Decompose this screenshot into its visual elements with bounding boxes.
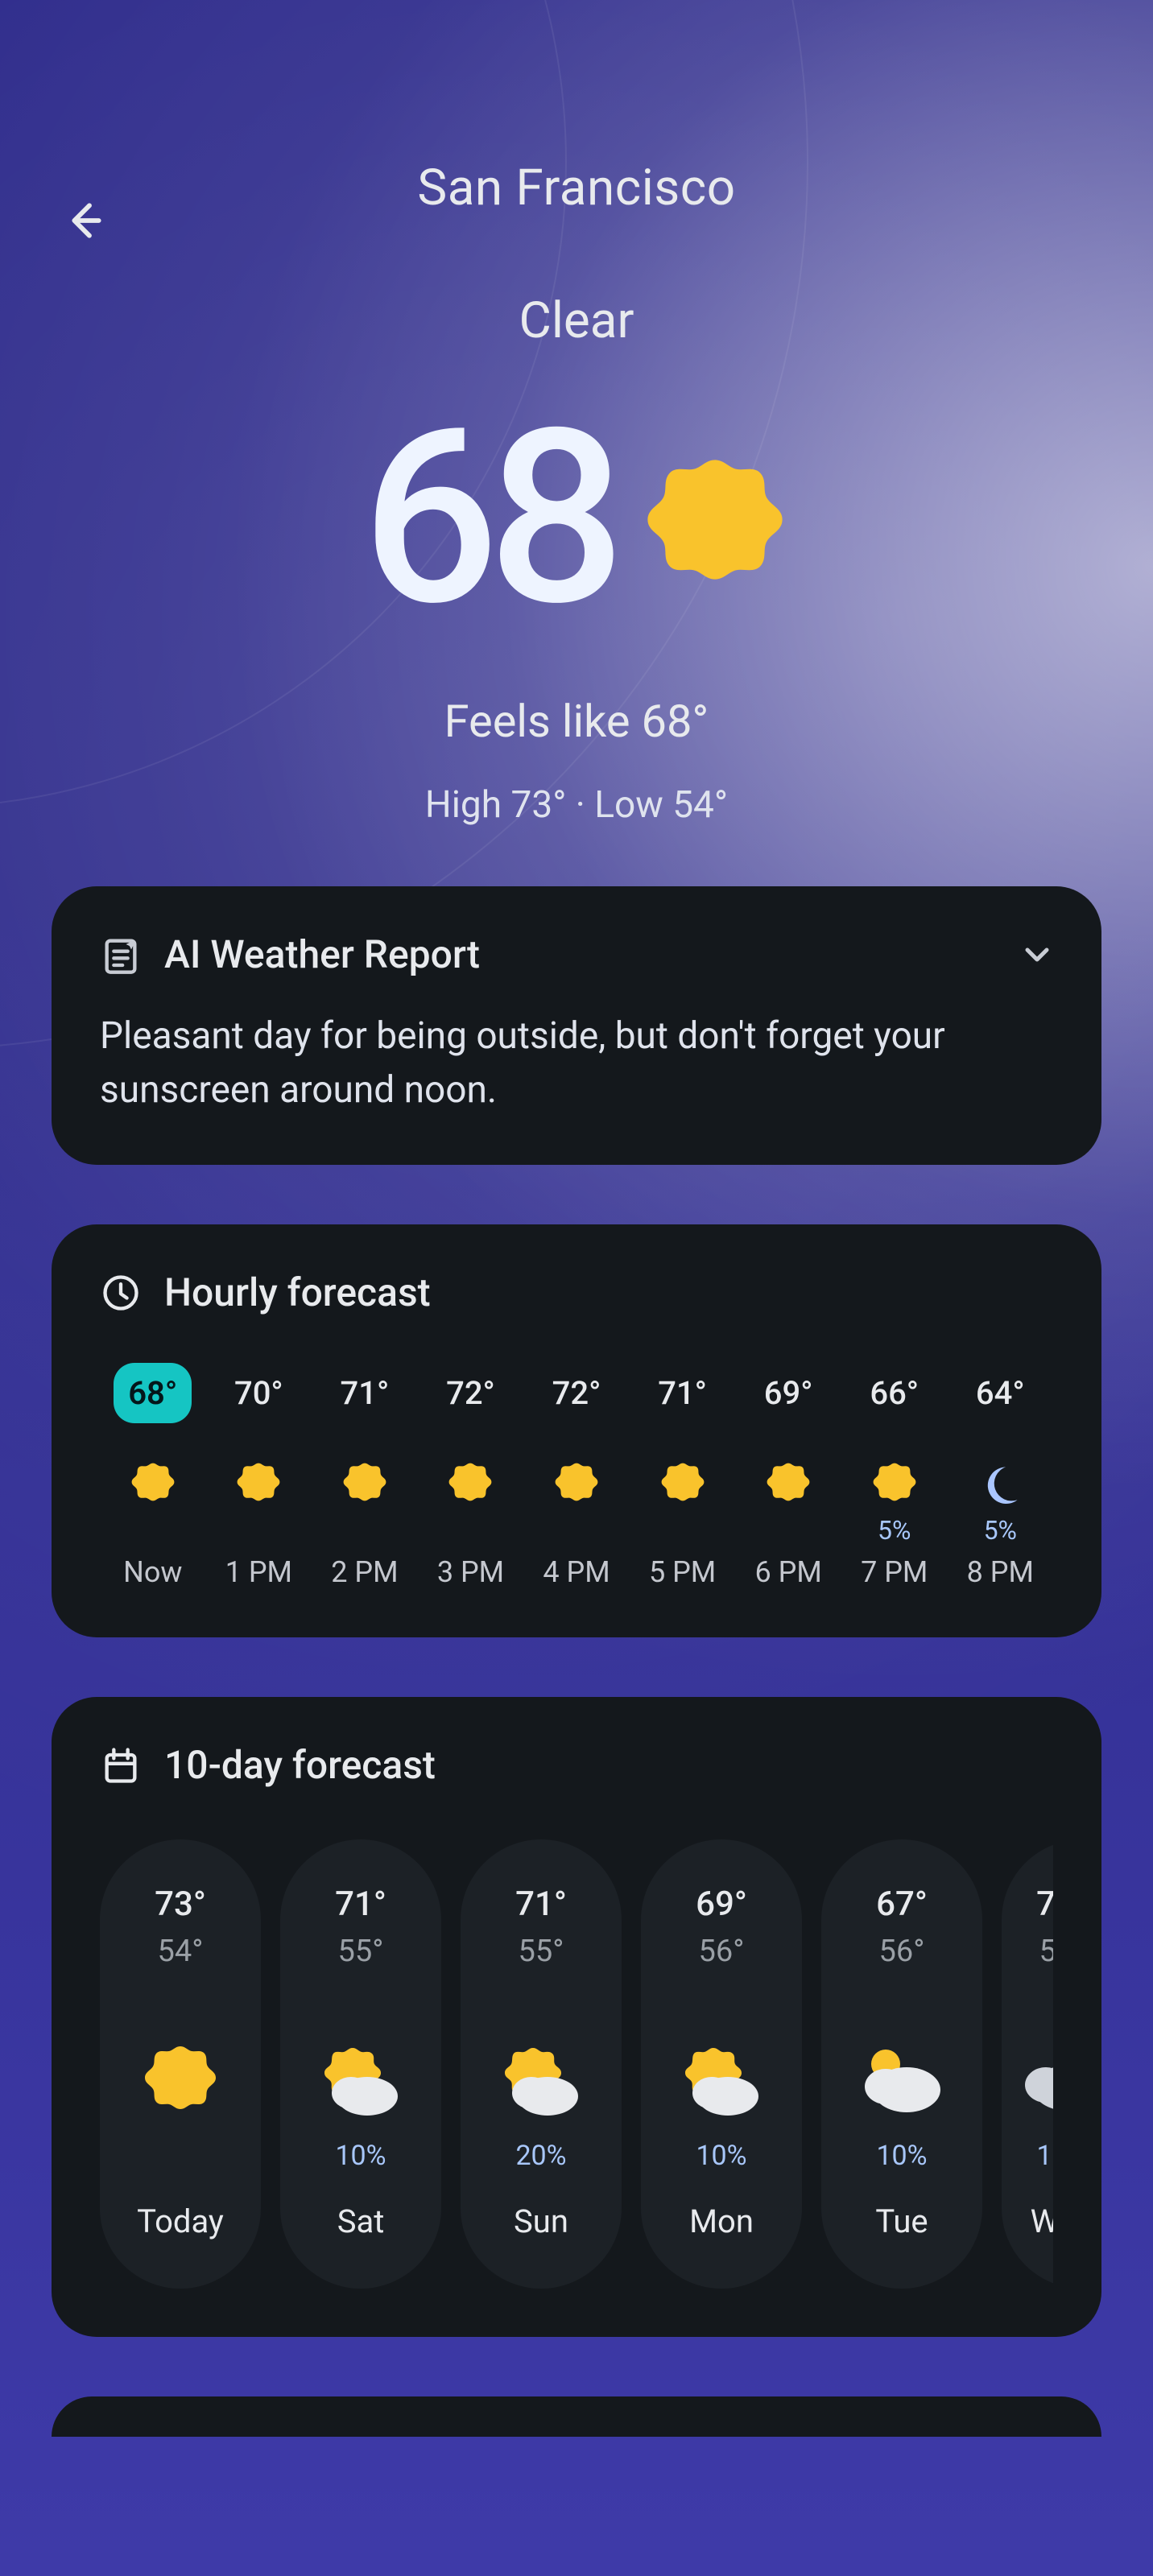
feels-like-text: Feels like 68° xyxy=(52,695,1101,748)
day-high: 71° xyxy=(515,1885,567,1924)
sun-icon xyxy=(638,451,791,604)
partly-icon xyxy=(501,2041,581,2122)
day-label: Sat xyxy=(337,2202,385,2240)
day-label: Wed xyxy=(1031,2202,1053,2240)
hour-precip: 5% xyxy=(878,1515,911,1546)
ai-report-body: Pleasant day for being outside, but don'… xyxy=(100,1009,1053,1117)
day-item[interactable]: 73° 54° Today xyxy=(100,1839,261,2289)
day-label: Mon xyxy=(689,2202,754,2240)
day-high: 72° xyxy=(1036,1885,1053,1924)
hour-item[interactable]: 71° 2 PM xyxy=(312,1367,418,1589)
condition-text: Clear xyxy=(52,291,1101,350)
day-low: 54° xyxy=(158,1934,204,1969)
day-high: 69° xyxy=(696,1885,747,1924)
hour-label: 1 PM xyxy=(225,1555,292,1589)
hour-item[interactable]: 66° 5% 7 PM xyxy=(841,1367,948,1589)
next-card-peek xyxy=(52,2396,1101,2437)
sun-icon xyxy=(764,1460,812,1509)
calendar-icon xyxy=(100,1744,142,1786)
hour-temp: 71° xyxy=(658,1374,707,1412)
day-item[interactable]: 72° 56° 10% Wed xyxy=(1002,1839,1053,2289)
hour-temp: 72° xyxy=(552,1374,601,1412)
ai-report-title: AI Weather Report xyxy=(164,931,480,977)
hour-label: 7 PM xyxy=(861,1555,928,1589)
hour-label: 3 PM xyxy=(437,1555,504,1589)
hour-item[interactable]: 64° 5% 8 PM xyxy=(948,1367,1054,1589)
hour-temp: 64° xyxy=(976,1374,1025,1412)
back-button[interactable] xyxy=(52,188,116,253)
day-precip: 10% xyxy=(335,2140,386,2170)
day-item[interactable]: 71° 55° 10% Sat xyxy=(280,1839,441,2289)
arrow-left-icon xyxy=(61,198,106,243)
day-item[interactable]: 67° 56° 10% Tue xyxy=(821,1839,982,2289)
hour-label: 5 PM xyxy=(649,1555,716,1589)
clock-icon xyxy=(100,1272,142,1314)
day-precip: 10% xyxy=(876,2140,927,2170)
day-high: 67° xyxy=(876,1885,928,1924)
hour-temp: 66° xyxy=(870,1374,919,1412)
hourly-title: Hourly forecast xyxy=(164,1269,431,1315)
hour-label: 8 PM xyxy=(967,1555,1034,1589)
hour-item[interactable]: 69° 6 PM xyxy=(735,1367,841,1589)
sun-icon xyxy=(234,1460,283,1509)
sun-icon xyxy=(870,1460,919,1509)
sun-icon xyxy=(341,1460,389,1509)
hour-label: Now xyxy=(123,1555,182,1589)
partly-icon xyxy=(681,2041,762,2122)
hourly-forecast-card[interactable]: Hourly forecast 68° Now 70° 1 PM 71° 2 P… xyxy=(52,1224,1101,1637)
day-low: 55° xyxy=(338,1934,384,1969)
hour-temp: 68° xyxy=(114,1363,192,1423)
daily-title: 10-day forecast xyxy=(164,1742,436,1788)
hour-label: 6 PM xyxy=(755,1555,822,1589)
sun-icon xyxy=(140,2041,221,2122)
location-title: San Francisco xyxy=(52,159,1101,217)
moon-icon xyxy=(976,1460,1024,1509)
hour-temp: 72° xyxy=(446,1374,495,1412)
mostly_cloudy-icon xyxy=(862,2041,942,2122)
day-low: 55° xyxy=(519,1934,564,1969)
expand-button[interactable] xyxy=(1021,939,1053,971)
sun-icon xyxy=(446,1460,494,1509)
hour-precip: 5% xyxy=(984,1515,1017,1546)
daily-forecast-card[interactable]: 10-day forecast 73° 54° Today 71° 55° 10… xyxy=(52,1697,1101,2337)
hour-temp: 69° xyxy=(764,1374,813,1412)
hour-item[interactable]: 72° 4 PM xyxy=(523,1367,630,1589)
hour-item[interactable]: 68° Now xyxy=(100,1367,206,1589)
day-item[interactable]: 69° 56° 10% Mon xyxy=(641,1839,802,2289)
hour-item[interactable]: 70° 1 PM xyxy=(206,1367,312,1589)
day-precip: 10% xyxy=(1036,2140,1053,2170)
ai-report-card[interactable]: AI Weather Report Pleasant day for being… xyxy=(52,886,1101,1165)
day-item[interactable]: 71° 55° 20% Sun xyxy=(461,1839,622,2289)
chevron-down-icon xyxy=(1021,939,1053,971)
hour-temp: 71° xyxy=(341,1374,390,1412)
day-label: Sun xyxy=(514,2202,568,2240)
day-precip: 20% xyxy=(515,2140,566,2170)
sun-icon xyxy=(129,1460,177,1509)
day-low: 56° xyxy=(699,1934,745,1969)
day-label: Tue xyxy=(875,2202,928,2240)
sun-icon xyxy=(659,1460,707,1509)
current-temperature: 68 xyxy=(362,398,614,640)
day-high: 73° xyxy=(155,1885,206,1924)
partly-icon xyxy=(320,2041,401,2122)
hour-temp: 70° xyxy=(234,1374,283,1412)
day-low: 56° xyxy=(879,1934,925,1969)
day-high: 71° xyxy=(335,1885,386,1924)
day-precip: 10% xyxy=(696,2140,746,2170)
hour-item[interactable]: 71° 5 PM xyxy=(630,1367,736,1589)
sun-icon xyxy=(552,1460,601,1509)
hour-item[interactable]: 72° 3 PM xyxy=(418,1367,524,1589)
hour-label: 4 PM xyxy=(543,1555,610,1589)
day-label: Today xyxy=(137,2202,224,2240)
day-low: 56° xyxy=(1039,1934,1053,1969)
high-low-text: High 73° · Low 54° xyxy=(52,783,1101,827)
cloud-icon xyxy=(1022,2041,1053,2122)
hour-label: 2 PM xyxy=(331,1555,398,1589)
ai-report-icon xyxy=(100,934,142,976)
